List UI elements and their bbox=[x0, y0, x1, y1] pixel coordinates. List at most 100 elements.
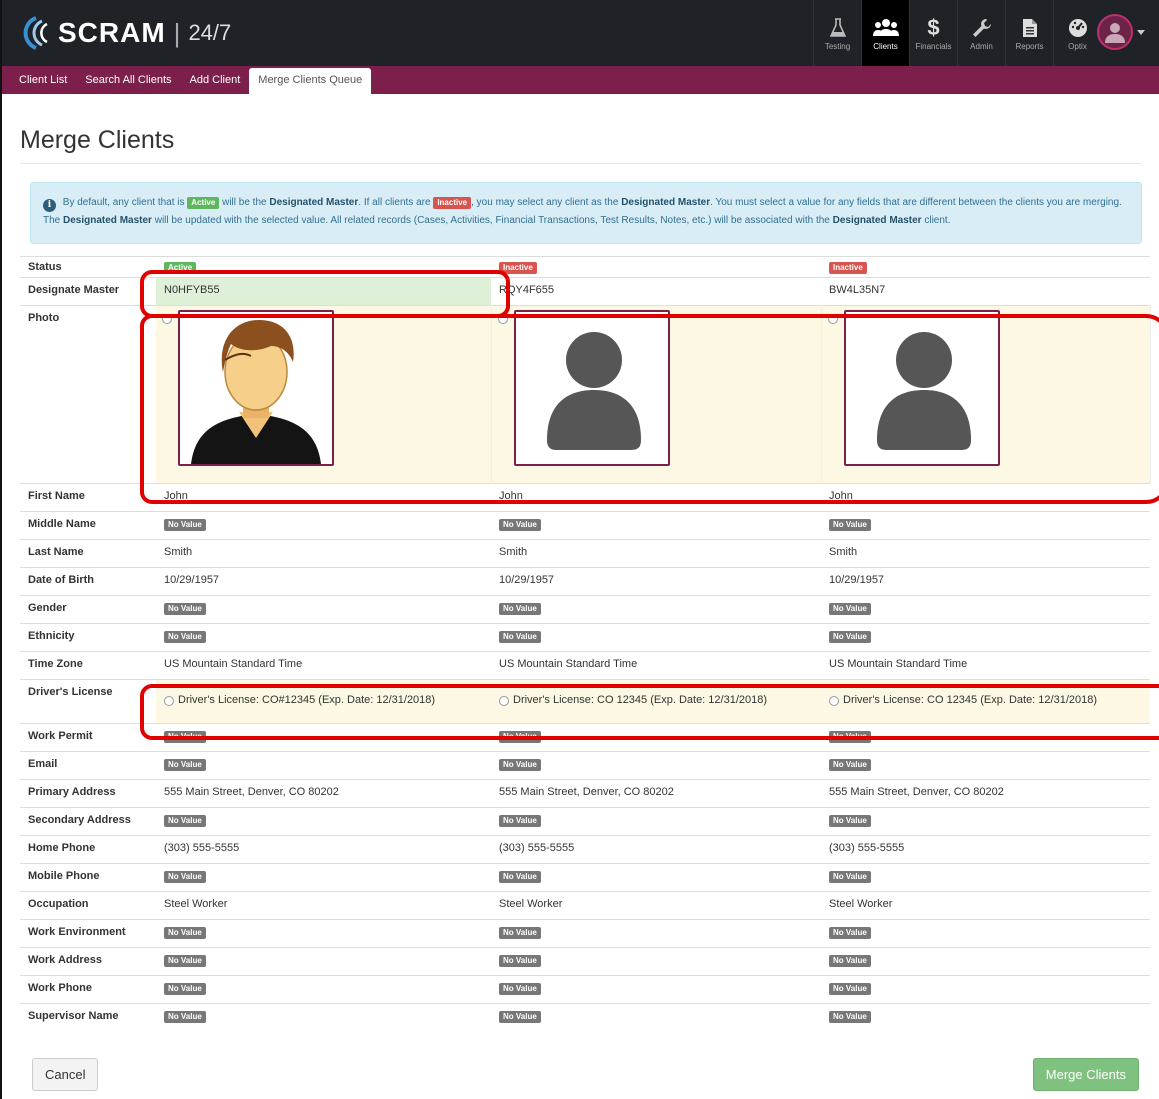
nav-label: Testing bbox=[824, 41, 851, 51]
field-value: Steel Worker bbox=[491, 891, 821, 920]
scram-logo-icon bbox=[14, 16, 52, 50]
nav-optix[interactable]: Optix bbox=[1053, 0, 1101, 66]
photo-radio[interactable] bbox=[497, 314, 508, 324]
table-row-home-phone: Home Phone (303) 555-5555 (303) 555-5555… bbox=[20, 835, 1150, 864]
table-row-dob: Date of Birth 10/29/1957 10/29/1957 10/2… bbox=[20, 567, 1150, 596]
no-value-badge: No Value bbox=[829, 519, 871, 531]
field-value: (303) 555-5555 bbox=[156, 835, 491, 864]
field-label: Ethnicity bbox=[20, 623, 156, 652]
default-user-icon bbox=[546, 332, 641, 450]
cancel-button[interactable]: Cancel bbox=[32, 1058, 99, 1091]
field-value: 555 Main Street, Denver, CO 80202 bbox=[491, 779, 821, 808]
license-option[interactable]: Driver's License: CO 12345 (Exp. Date: 1… bbox=[491, 679, 821, 724]
field-value: John bbox=[491, 483, 821, 512]
page-content: Merge Clients i By default, any client t… bbox=[2, 126, 1159, 1032]
no-value-badge: No Value bbox=[829, 927, 871, 939]
info-text: will be the bbox=[222, 197, 267, 208]
info-emphasis: Designated Master bbox=[63, 215, 152, 226]
table-row-ethnicity: Ethnicity No Value No Value No Value bbox=[20, 623, 1150, 652]
table-row-work-address: Work Address No Value No Value No Value bbox=[20, 947, 1150, 976]
table-row-occupation: Occupation Steel Worker Steel Worker Ste… bbox=[20, 891, 1150, 920]
nav-reports[interactable]: Reports bbox=[1005, 0, 1053, 66]
tab-merge-clients-queue[interactable]: Merge Clients Queue bbox=[249, 68, 372, 94]
inactive-badge: Inactive bbox=[433, 197, 472, 209]
table-row-last-name: Last Name Smith Smith Smith bbox=[20, 539, 1150, 568]
main-nav: Testing Clients $ Financials Admin Repor… bbox=[813, 0, 1101, 66]
no-value-badge: No Value bbox=[499, 815, 541, 827]
field-value: Smith bbox=[821, 539, 1150, 568]
nav-admin[interactable]: Admin bbox=[957, 0, 1005, 66]
license-radio[interactable] bbox=[829, 695, 839, 706]
field-label: Time Zone bbox=[20, 651, 156, 680]
app-logo[interactable]: SCRAM | 24/7 bbox=[2, 16, 231, 50]
merge-table: Status Active Inactive Inactive Designat… bbox=[20, 256, 1151, 1032]
tab-client-list[interactable]: Client List bbox=[10, 66, 76, 94]
nav-financials[interactable]: $ Financials bbox=[909, 0, 957, 66]
field-value: 10/29/1957 bbox=[821, 567, 1150, 596]
no-value-badge: No Value bbox=[164, 631, 206, 643]
dollar-icon: $ bbox=[927, 14, 940, 40]
license-radio[interactable] bbox=[499, 695, 509, 706]
page-title: Merge Clients bbox=[20, 126, 1141, 164]
nav-label: Clients bbox=[873, 41, 898, 51]
table-row-first-name: First Name John John John bbox=[20, 483, 1150, 512]
no-value-badge: No Value bbox=[499, 603, 541, 615]
no-value-badge: No Value bbox=[164, 603, 206, 615]
table-row-work-permit: Work Permit No Value No Value No Value bbox=[20, 723, 1150, 752]
no-value-badge: No Value bbox=[829, 631, 871, 643]
no-value-badge: No Value bbox=[164, 927, 206, 939]
info-emphasis: Designated Master bbox=[621, 197, 711, 208]
field-value: Steel Worker bbox=[156, 891, 491, 920]
table-row-supervisor-name: Supervisor Name No Value No Value No Val… bbox=[20, 1003, 1150, 1032]
info-text: client. bbox=[924, 215, 951, 226]
info-text: By default, any client that is bbox=[62, 197, 185, 208]
no-value-badge: No Value bbox=[164, 815, 206, 827]
designated-master-cell[interactable]: N0HFYB55 bbox=[156, 277, 491, 306]
info-emphasis: Designated Master bbox=[269, 197, 359, 208]
field-label: Supervisor Name bbox=[20, 1003, 156, 1032]
photo-radio[interactable] bbox=[162, 314, 172, 324]
field-label: Middle Name bbox=[20, 511, 156, 540]
client-id[interactable]: BW4L35N7 bbox=[821, 277, 1150, 306]
active-badge: Active bbox=[187, 197, 220, 209]
brand-separator: | bbox=[173, 17, 181, 48]
photo-option[interactable] bbox=[156, 305, 492, 484]
no-value-badge: No Value bbox=[164, 955, 206, 967]
field-value: (303) 555-5555 bbox=[491, 835, 821, 864]
merge-clients-button[interactable]: Merge Clients bbox=[1032, 1058, 1139, 1091]
no-value-badge: No Value bbox=[829, 815, 871, 827]
photo-option[interactable] bbox=[491, 305, 822, 484]
license-option[interactable]: Driver's License: CO 12345 (Exp. Date: 1… bbox=[821, 679, 1150, 724]
flask-icon bbox=[829, 16, 846, 40]
tab-add-client[interactable]: Add Client bbox=[181, 66, 250, 94]
photo-option[interactable] bbox=[821, 305, 1151, 484]
table-row-middle-name: Middle Name No Value No Value No Value bbox=[20, 511, 1150, 540]
no-value-badge: No Value bbox=[829, 955, 871, 967]
field-value: 555 Main Street, Denver, CO 80202 bbox=[821, 779, 1150, 808]
client-id[interactable]: RQY4F655 bbox=[491, 277, 821, 306]
license-radio[interactable] bbox=[164, 695, 174, 706]
photo-radio[interactable] bbox=[827, 314, 838, 324]
nav-clients[interactable]: Clients bbox=[861, 0, 909, 66]
license-option[interactable]: Driver's License: CO#12345 (Exp. Date: 1… bbox=[156, 679, 491, 724]
client-photo bbox=[513, 310, 670, 466]
table-row-photo: Photo bbox=[20, 305, 1151, 484]
chevron-down-icon bbox=[1137, 29, 1145, 35]
no-value-badge: No Value bbox=[499, 731, 541, 743]
user-icon bbox=[1105, 23, 1125, 43]
client-photo bbox=[178, 310, 334, 466]
table-row-designate-master: Designate Master N0HFYB55 RQY4F655 BW4L3… bbox=[20, 277, 1150, 306]
nav-testing[interactable]: Testing bbox=[813, 0, 861, 66]
field-value: 10/29/1957 bbox=[156, 567, 491, 596]
user-menu[interactable] bbox=[1097, 14, 1145, 50]
users-icon bbox=[872, 16, 899, 40]
field-label: Secondary Address bbox=[20, 807, 156, 836]
field-label: Status bbox=[20, 256, 156, 278]
no-value-badge: No Value bbox=[164, 1011, 206, 1023]
no-value-badge: No Value bbox=[164, 731, 206, 743]
field-value: Smith bbox=[491, 539, 821, 568]
info-icon: i bbox=[43, 199, 56, 212]
field-label: Designate Master bbox=[20, 277, 156, 306]
no-value-badge: No Value bbox=[499, 1011, 541, 1023]
tab-search-all-clients[interactable]: Search All Clients bbox=[76, 66, 180, 94]
